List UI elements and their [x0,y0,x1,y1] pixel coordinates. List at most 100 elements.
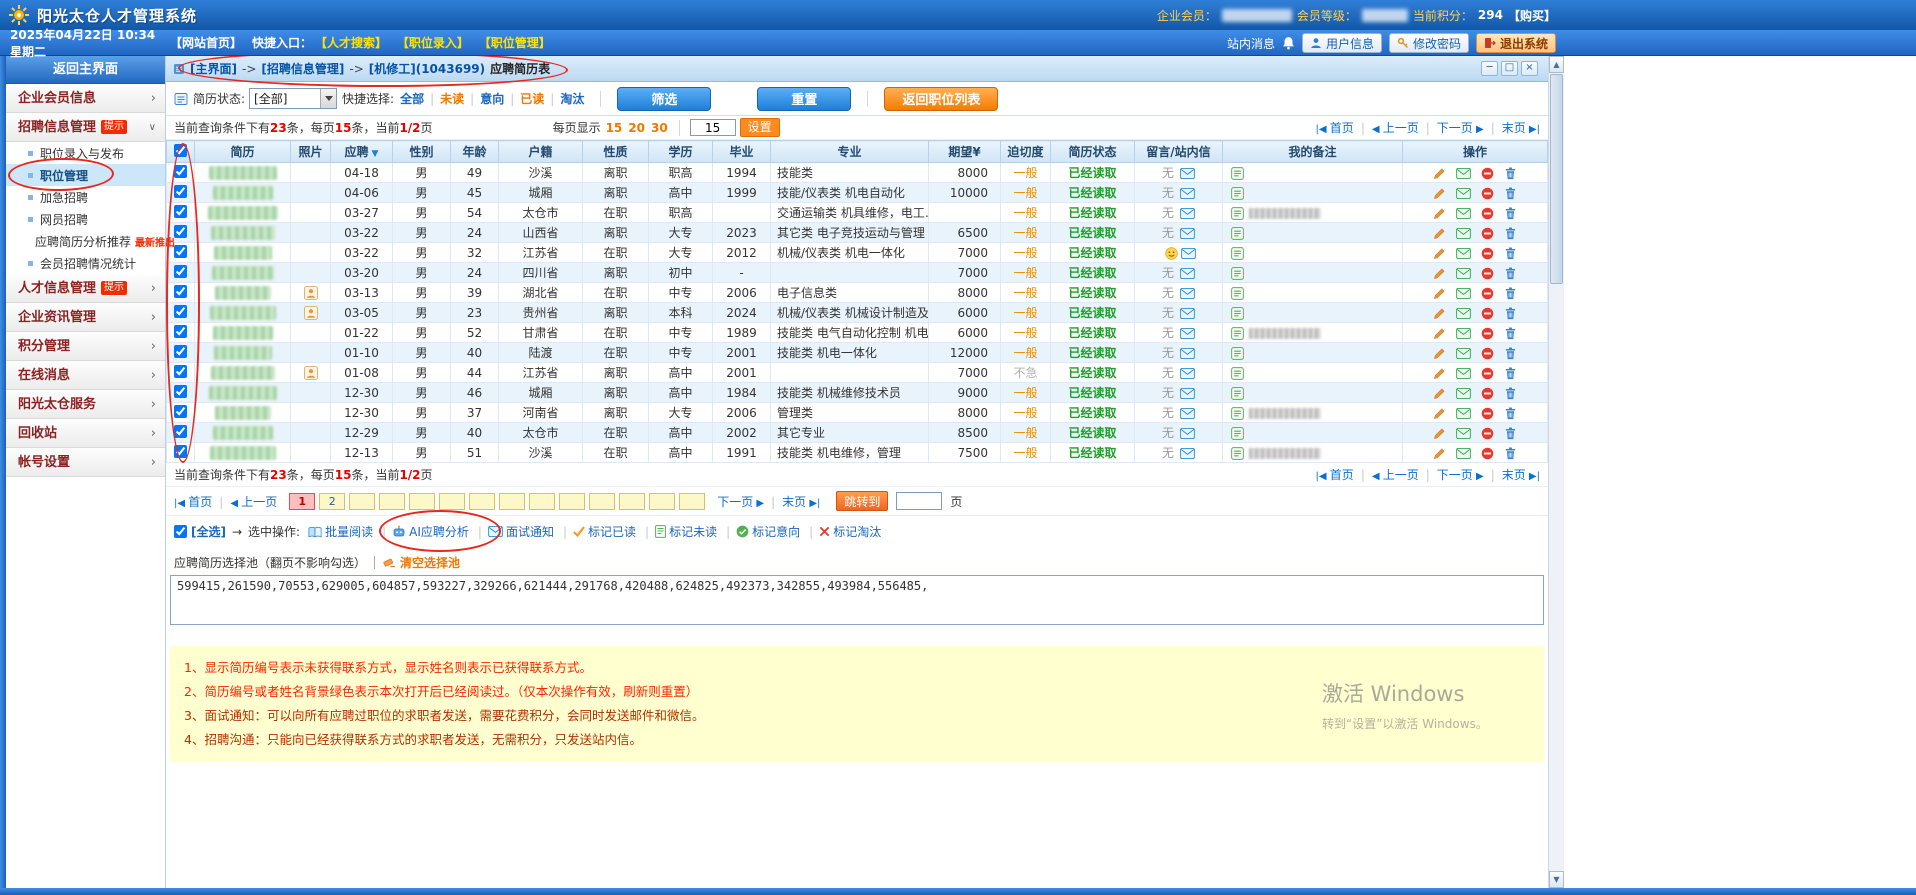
recycle-icon[interactable] [1504,387,1517,400]
scroll-down-icon[interactable]: ▼ [1549,871,1564,888]
submenu-resume-analysis-recommend[interactable]: 应聘简历分析推荐 最新推出 [6,230,175,252]
quick-link-talent-search[interactable]: 【人才搜索】 [315,36,387,50]
message-envelope-icon[interactable] [1180,188,1195,199]
pager-first[interactable]: 首页 [174,493,230,510]
vertical-scrollbar[interactable]: ▲ ▼ [1548,56,1564,888]
row-checkbox[interactable] [174,344,187,358]
page-box[interactable] [349,492,376,510]
forward-icon[interactable] [1456,167,1471,179]
quick-filter-intent[interactable]: 意向 [480,90,520,107]
resume-name-blurred[interactable] [210,365,275,380]
page-box[interactable]: 1 [289,492,316,510]
recycle-icon[interactable] [1504,347,1517,360]
reject-icon[interactable] [1481,327,1494,340]
resume-status-select[interactable]: [全部] [249,88,338,109]
edit-icon[interactable] [1433,267,1446,280]
edit-icon[interactable] [1433,327,1446,340]
remark-tag-icon[interactable] [1231,406,1244,420]
edit-icon[interactable] [1433,207,1446,220]
reject-icon[interactable] [1481,447,1494,460]
message-envelope-icon[interactable] [1180,328,1195,339]
page-box[interactable] [439,492,466,510]
resume-name-blurred[interactable] [213,345,272,360]
forward-icon[interactable] [1456,347,1471,359]
page-box[interactable] [619,492,646,510]
recycle-icon[interactable] [1504,187,1517,200]
scroll-up-icon[interactable]: ▲ [1549,56,1564,73]
reset-button[interactable]: 重置 [757,86,852,111]
logout-button[interactable]: 退出系统 [1475,33,1556,53]
selection-pool-textarea[interactable] [170,575,1544,625]
mark-reject-action[interactable]: 标记淘汰 [819,523,881,540]
message-envelope-icon[interactable] [1180,268,1195,279]
quick-filter-read[interactable]: 已读 [520,90,560,107]
page-box[interactable] [469,492,496,510]
per-page-30[interactable]: 30 [651,121,668,135]
reject-icon[interactable] [1481,227,1494,240]
remark-tag-icon[interactable] [1231,326,1244,340]
reject-icon[interactable] [1481,287,1494,300]
recycle-icon[interactable] [1504,367,1517,380]
submenu-member-recruit-stats[interactable]: 会员招聘情况统计 [6,252,165,274]
quick-link-position-entry[interactable]: 【职位录入】 [397,36,469,50]
quick-filter-unread[interactable]: 未读 [440,90,480,107]
resume-name-blurred[interactable] [209,305,276,320]
forward-icon[interactable] [1456,307,1471,319]
quick-filter-all[interactable]: 全部 [400,90,440,107]
edit-icon[interactable] [1433,367,1446,380]
sidebar-item-company-member-info[interactable]: 企业会员信息 [6,84,165,113]
pager-last[interactable]: 末页 [1502,119,1540,136]
message-envelope-icon[interactable] [1180,368,1195,379]
edit-icon[interactable] [1433,427,1446,440]
page-box[interactable] [649,492,676,510]
message-envelope-icon[interactable] [1180,168,1195,179]
jump-to-page-button[interactable]: 跳转到 [836,491,889,511]
mark-unread-action[interactable]: 标记未读 [655,523,736,540]
bell-icon[interactable] [1282,36,1295,50]
forward-icon[interactable] [1456,407,1471,419]
pager-last[interactable]: 末页 [782,493,820,510]
sidebar-item-taicang-services[interactable]: 阳光太仓服务 [6,390,165,419]
page-box[interactable] [679,492,706,510]
forward-icon[interactable] [1456,247,1471,259]
edit-icon[interactable] [1433,187,1446,200]
message-envelope-icon[interactable] [1180,388,1195,399]
message-envelope-icon[interactable] [1180,408,1195,419]
select-all-checkbox[interactable] [174,143,187,157]
mark-read-action[interactable]: 标记已读 [573,523,655,540]
recycle-icon[interactable] [1504,247,1517,260]
header-apply-date[interactable]: 应聘 [330,140,393,163]
message-envelope-icon[interactable] [1180,428,1195,439]
edit-icon[interactable] [1433,287,1446,300]
edit-icon[interactable] [1433,387,1446,400]
row-checkbox[interactable] [174,224,187,238]
select-all-link[interactable]: [全选] [191,523,226,540]
jump-page-input[interactable] [896,492,943,510]
row-checkbox[interactable] [174,264,187,278]
resume-name-blurred[interactable] [211,265,274,280]
reject-icon[interactable] [1481,207,1494,220]
maximize-icon[interactable] [1501,61,1518,76]
message-envelope-icon[interactable] [1180,228,1195,239]
recycle-icon[interactable] [1504,307,1517,320]
resume-name-blurred[interactable] [210,225,275,240]
message-envelope-icon[interactable] [1180,448,1195,459]
forward-icon[interactable] [1456,207,1471,219]
row-checkbox[interactable] [174,204,187,218]
breadcrumb-main[interactable]: [主界面] [190,60,237,77]
breadcrumb-recruit-manage[interactable]: [招聘信息管理] [261,60,344,77]
forward-icon[interactable] [1456,287,1471,299]
row-checkbox[interactable] [174,384,187,398]
reject-icon[interactable] [1481,247,1494,260]
submenu-position-entry-publish[interactable]: 职位录入与发布 [6,142,165,164]
forward-icon[interactable] [1456,387,1471,399]
sidebar-item-company-news-manage[interactable]: 企业资讯管理 [6,303,165,332]
resume-name-blurred[interactable] [214,285,271,300]
page-box[interactable] [409,492,436,510]
remark-tag-icon[interactable] [1231,306,1244,320]
filter-button[interactable]: 筛选 [617,86,712,111]
reject-icon[interactable] [1481,347,1494,360]
reject-icon[interactable] [1481,367,1494,380]
message-envelope-icon[interactable] [1180,308,1195,319]
scrollbar-thumb[interactable] [1550,74,1563,284]
